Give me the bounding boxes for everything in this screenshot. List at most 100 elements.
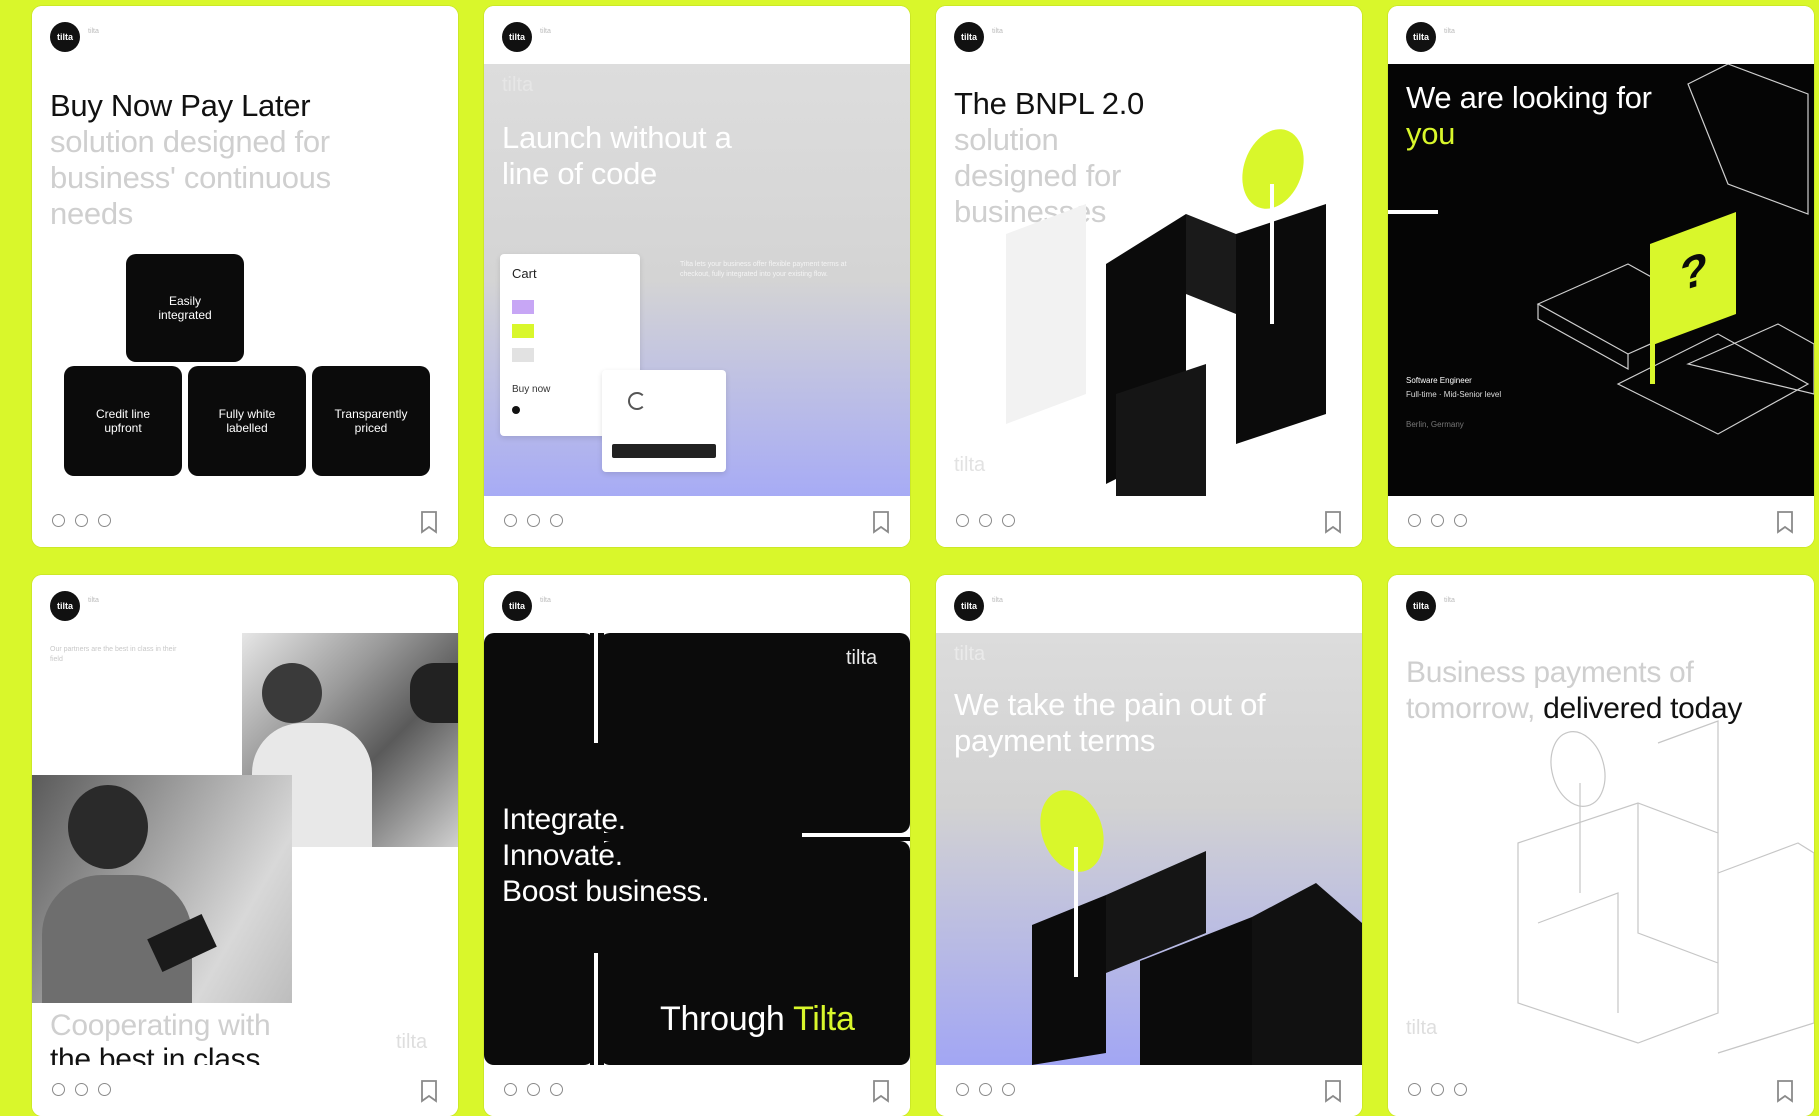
carousel-indicator <box>956 1083 1015 1096</box>
account-handle[interactable]: tilta <box>88 597 99 604</box>
post-image[interactable]: Business payments of tomorrow, delivered… <box>1388 633 1814 1065</box>
loading-icon <box>628 392 646 410</box>
carousel-dot-icon[interactable] <box>75 514 88 527</box>
radio-icon[interactable] <box>512 406 520 414</box>
carousel-dot-icon[interactable] <box>1454 514 1467 527</box>
avatar[interactable]: tilta <box>1406 591 1436 621</box>
carousel-dot-icon[interactable] <box>98 514 111 527</box>
post-image[interactable]: Buy Now Pay Later solution designed for … <box>32 64 458 496</box>
bookmark-icon[interactable] <box>870 510 892 534</box>
feature-label: Credit line upfront <box>95 407 151 435</box>
job-meta: Full-time · Mid-Senior level <box>1406 390 1502 399</box>
post-card[interactable]: tilta tilta The BNPL 2.0 solution design… <box>936 6 1362 547</box>
account-handle[interactable]: tilta <box>992 28 1003 35</box>
avatar[interactable]: tilta <box>50 22 80 52</box>
post-image[interactable]: The BNPL 2.0 solution designed for busin… <box>936 64 1362 496</box>
carousel-dot-icon[interactable] <box>504 1083 517 1096</box>
post-header: tilta tilta <box>32 6 458 64</box>
carousel-indicator <box>504 514 563 527</box>
post-footer <box>32 496 458 547</box>
bookmark-icon[interactable] <box>418 510 440 534</box>
carousel-dot-icon[interactable] <box>1002 1083 1015 1096</box>
post-card[interactable]: tilta tilta tilta Launch without a line … <box>484 6 910 547</box>
line-illustration <box>1517 720 1814 1054</box>
carousel-dot-icon[interactable] <box>1002 514 1015 527</box>
bookmark-icon[interactable] <box>1774 1079 1796 1103</box>
post-card[interactable]: tilta tilta Our partners are the best in… <box>32 575 458 1116</box>
post-card[interactable]: tilta tilta We are looking for you ? Sof… <box>1388 6 1814 547</box>
checkout-button[interactable] <box>612 444 716 458</box>
account-handle[interactable]: tilta <box>88 28 99 35</box>
post-card[interactable]: tilta tilta Business payments of tomorro… <box>1388 575 1814 1116</box>
headline-line: Innovate. <box>502 839 623 872</box>
carousel-dot-icon[interactable] <box>75 1083 88 1096</box>
avatar[interactable]: tilta <box>50 591 80 621</box>
carousel-dot-icon[interactable] <box>52 514 65 527</box>
carousel-dot-icon[interactable] <box>52 1083 65 1096</box>
carousel-dot-icon[interactable] <box>504 514 517 527</box>
person-silhouette <box>262 663 322 723</box>
carousel-dot-icon[interactable] <box>1408 1083 1421 1096</box>
through-text: Through <box>660 1000 785 1038</box>
carousel-dot-icon[interactable] <box>527 1083 540 1096</box>
avatar[interactable]: tilta <box>1406 22 1436 52</box>
brand-logo: tilta <box>954 454 986 476</box>
carousel-dot-icon[interactable] <box>550 514 563 527</box>
carousel-dot-icon[interactable] <box>979 514 992 527</box>
carousel-indicator <box>1408 1083 1467 1096</box>
carousel-indicator <box>52 514 111 527</box>
post-image[interactable]: Our partners are the best in class in th… <box>32 633 458 1065</box>
avatar[interactable]: tilta <box>954 22 984 52</box>
headline-line: Boost business. <box>502 875 710 908</box>
carousel-dot-icon[interactable] <box>956 514 969 527</box>
post-header: tilta tilta <box>484 575 910 633</box>
account-handle[interactable]: tilta <box>540 597 551 604</box>
carousel-indicator <box>1408 514 1467 527</box>
bookmark-icon[interactable] <box>1322 510 1344 534</box>
carousel-indicator <box>52 1083 111 1096</box>
account-handle[interactable]: tilta <box>540 28 551 35</box>
carousel-dot-icon[interactable] <box>98 1083 111 1096</box>
through-line: Through Tilta <box>660 999 855 1039</box>
brand-logo: tilta <box>502 74 534 96</box>
post-image[interactable]: We are looking for you ? Software Engine… <box>1388 64 1814 496</box>
carousel-dot-icon[interactable] <box>956 1083 969 1096</box>
post-card[interactable]: tilta tilta tilta Integrate. Innovate. B… <box>484 575 910 1116</box>
post-title: Buy Now Pay Later <box>50 88 311 123</box>
bookmark-icon[interactable] <box>1322 1079 1344 1103</box>
carousel-dot-icon[interactable] <box>979 1083 992 1096</box>
photo <box>32 775 292 1003</box>
post-image[interactable]: tilta We take the pain out of payment te… <box>936 633 1362 1065</box>
avatar[interactable]: tilta <box>502 22 532 52</box>
carousel-indicator <box>956 514 1015 527</box>
post-image[interactable]: tilta Launch without a line of code Cart… <box>484 64 910 496</box>
feature-block: Easily integrated <box>126 254 244 362</box>
bookmark-icon[interactable] <box>870 1079 892 1103</box>
carousel-dot-icon[interactable] <box>1431 514 1444 527</box>
feature-block: Transparently priced <box>312 366 430 476</box>
post-card[interactable]: tilta tilta tilta We take the pain out o… <box>936 575 1362 1116</box>
headline-line: Integrate. <box>502 803 626 836</box>
account-handle[interactable]: tilta <box>992 597 1003 604</box>
post-footer <box>484 1065 910 1116</box>
avatar[interactable]: tilta <box>954 591 984 621</box>
brand-logo: tilta <box>1406 1017 1438 1039</box>
post-image[interactable]: tilta Integrate. Innovate. Boost busines… <box>484 633 910 1065</box>
account-handle[interactable]: tilta <box>1444 28 1455 35</box>
cart-item <box>512 300 534 314</box>
bookmark-icon[interactable] <box>418 1079 440 1103</box>
post-card[interactable]: tilta tilta Buy Now Pay Later solution d… <box>32 6 458 547</box>
tilta-3d-illustration <box>1006 129 1326 496</box>
cart-title: Cart <box>512 266 537 281</box>
carousel-dot-icon[interactable] <box>550 1083 563 1096</box>
post-header: tilta tilta <box>936 575 1362 633</box>
description-text: Tilta lets your business offer flexible … <box>680 261 847 278</box>
avatar[interactable]: tilta <box>502 591 532 621</box>
carousel-dot-icon[interactable] <box>1408 514 1421 527</box>
carousel-dot-icon[interactable] <box>527 514 540 527</box>
carousel-dot-icon[interactable] <box>1454 1083 1467 1096</box>
bookmark-icon[interactable] <box>1774 510 1796 534</box>
account-handle[interactable]: tilta <box>1444 597 1455 604</box>
carousel-dot-icon[interactable] <box>1431 1083 1444 1096</box>
job-location: Berlin, Germany <box>1406 420 1464 429</box>
